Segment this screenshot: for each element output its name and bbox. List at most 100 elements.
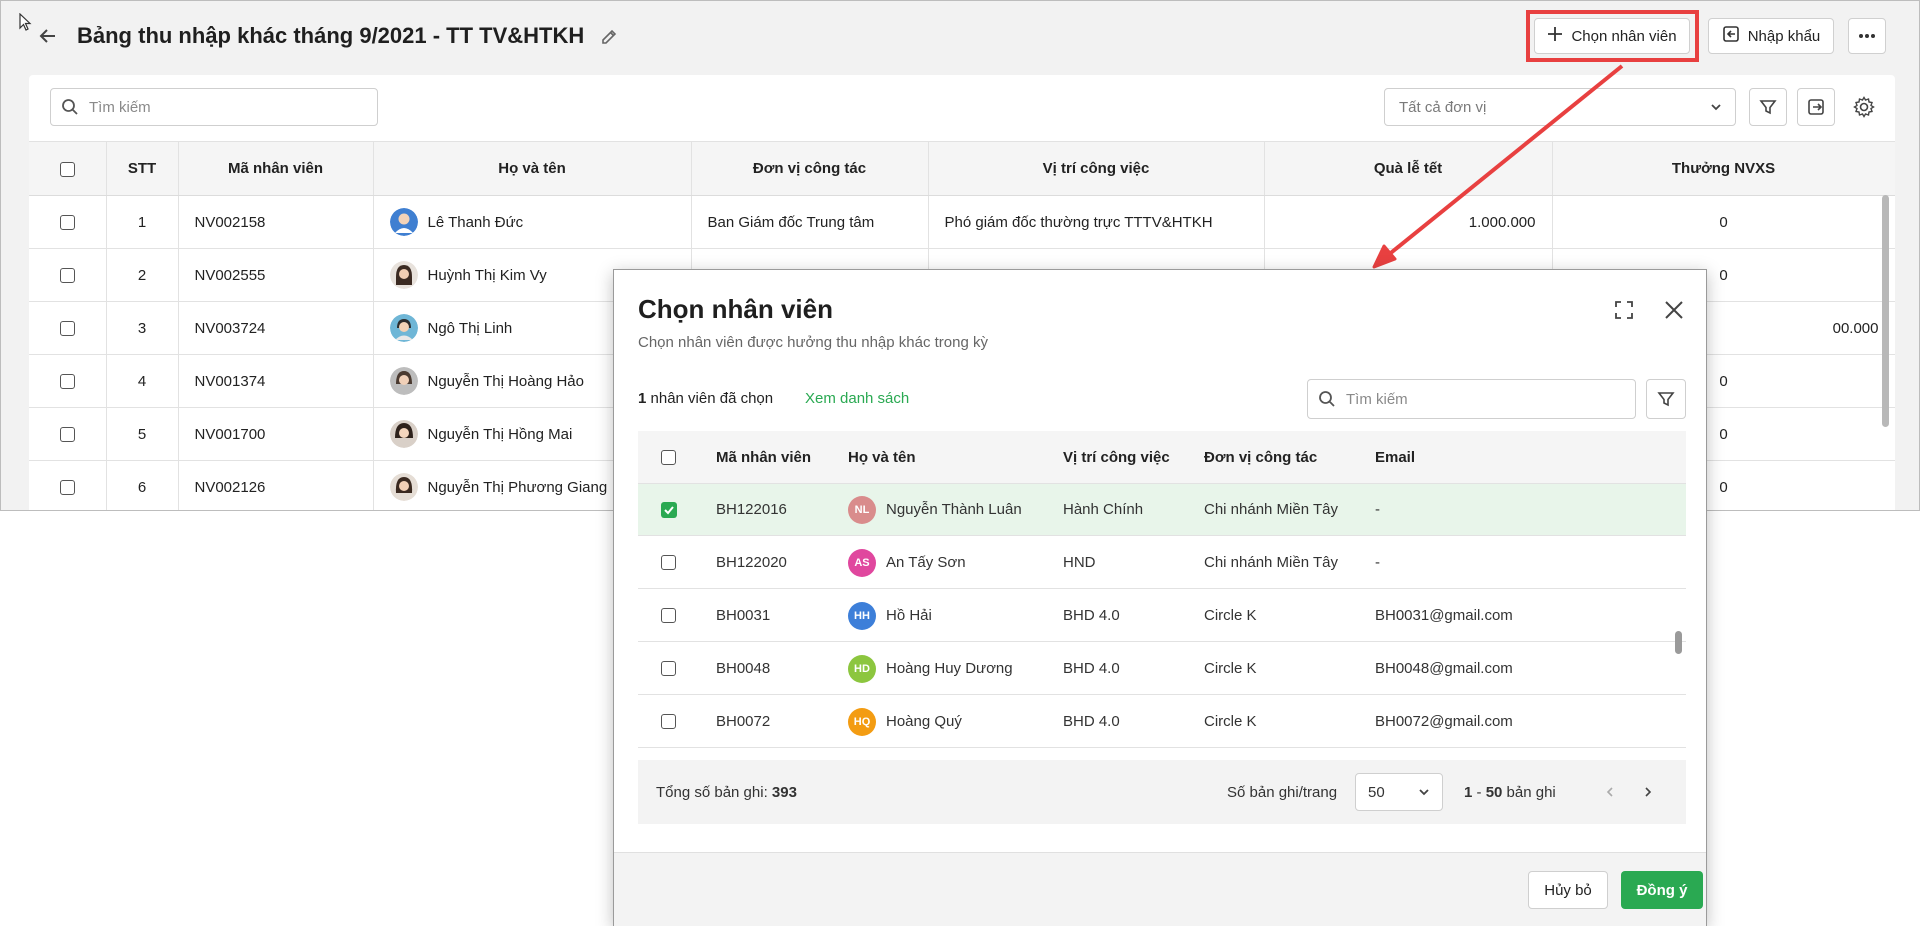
avatar: AS [848, 548, 876, 577]
row-checkbox[interactable] [29, 460, 107, 510]
row-code: NV001700 [178, 407, 374, 461]
search-icon [62, 99, 78, 115]
row-code: BH0072 [716, 713, 771, 730]
avatar [389, 473, 418, 501]
more-options-button[interactable] [1848, 18, 1886, 54]
row-name: Huỳnh Thị Kim Vy [427, 266, 547, 284]
table-header-row: STT Mã nhân viên Họ và tên Đơn vị công t… [29, 141, 1895, 196]
row-name: Nguyễn Thị Hồng Mai [427, 425, 573, 443]
row-code: BH122016 [716, 501, 787, 518]
table-row[interactable]: 1 NV002158 Lê Thanh Đức Ban Giám đốc Tru… [29, 195, 1895, 249]
row-checkbox[interactable] [661, 696, 676, 747]
unit-select-value: Tất cả đơn vị [1399, 98, 1487, 116]
search-placeholder: Tìm kiếm [89, 98, 151, 116]
column-header: Đơn vị công tác [1204, 448, 1318, 466]
grid-header-row: Mã nhân viên Họ và tên Vị trí công việc … [638, 431, 1686, 484]
import-button[interactable]: Nhập khẩu [1708, 18, 1834, 54]
dialog-search-placeholder: Tìm kiếm [1346, 390, 1408, 408]
column-header: Họ và tên [848, 448, 916, 466]
row-position: Phó giám đốc thường trực TTTV&HTKH [928, 195, 1265, 249]
avatar [389, 367, 418, 395]
grid-row[interactable]: BH0072 HQ Hoàng Quý BHD 4.0 Circle K BH0… [638, 696, 1686, 748]
row-checkbox-checked[interactable] [661, 484, 677, 535]
avatar [389, 314, 418, 342]
row-code: NV002158 [178, 195, 374, 249]
confirm-button[interactable]: Đồng ý [1621, 871, 1703, 909]
row-position: BHD 4.0 [1063, 607, 1120, 624]
cancel-button[interactable]: Hủy bỏ [1528, 871, 1608, 909]
row-checkbox[interactable] [29, 301, 107, 355]
avatar [389, 420, 418, 448]
row-checkbox[interactable] [661, 590, 676, 641]
select-all-checkbox[interactable] [29, 141, 107, 196]
close-icon[interactable] [1660, 296, 1688, 324]
row-stt: 3 [106, 301, 179, 355]
row-stt: 6 [106, 460, 179, 510]
row-bonus: 0 [1552, 195, 1895, 249]
row-position: BHD 4.0 [1063, 713, 1120, 730]
row-checkbox[interactable] [29, 248, 107, 302]
chevron-down-icon [1419, 789, 1429, 796]
row-code: BH122020 [716, 554, 787, 571]
row-name-cell: HH Hồ Hải [848, 590, 932, 641]
row-name: Lê Thanh Đức [427, 213, 524, 231]
export-icon [1808, 99, 1824, 115]
dialog-footer: Hủy bỏ Đồng ý [614, 852, 1706, 926]
selected-count-suffix: nhân viên đã chọn [646, 390, 774, 407]
prev-page-icon[interactable] [1600, 760, 1620, 824]
import-label: Nhập khẩu [1747, 27, 1821, 45]
grid-row[interactable]: BH0031 HH Hồ Hải BHD 4.0 Circle K BH0031… [638, 590, 1686, 642]
next-page-icon[interactable] [1638, 760, 1658, 824]
filter-icon [1657, 392, 1675, 407]
column-header: Họ và tên [373, 141, 692, 196]
row-code: BH0048 [716, 660, 771, 677]
total-records-label: Tổng số bản ghi: [656, 783, 768, 801]
unit-select[interactable]: Tất cả đơn vị [1384, 88, 1736, 126]
table-scrollbar[interactable] [1882, 195, 1889, 427]
expand-icon[interactable] [1610, 296, 1638, 324]
row-position: HND [1063, 554, 1096, 571]
row-checkbox[interactable] [29, 195, 107, 249]
column-header: Đơn vị công tác [691, 141, 929, 196]
search-input[interactable]: Tìm kiếm [50, 88, 378, 126]
column-header: Mã nhân viên [178, 141, 374, 196]
total-records: Tổng số bản ghi: 393 [656, 760, 797, 824]
select-all-checkbox[interactable] [661, 431, 676, 483]
page-size-select[interactable]: 50 [1355, 773, 1443, 811]
row-code: NV002126 [178, 460, 374, 510]
column-header: Thưởng NVXS [1552, 141, 1895, 196]
row-email: BH0048@gmail.com [1375, 660, 1513, 677]
row-checkbox[interactable] [661, 537, 676, 588]
filter-icon [1759, 100, 1777, 115]
page-title: Bảng thu nhập khác tháng 9/2021 - TT TV&… [77, 23, 585, 48]
row-checkbox[interactable] [661, 643, 676, 694]
range-end: 50 [1485, 783, 1503, 801]
grid-scrollbar[interactable] [1675, 631, 1682, 654]
row-email: BH0072@gmail.com [1375, 713, 1513, 730]
check-icon [664, 505, 674, 514]
row-name-cell: HQ Hoàng Quý [848, 696, 962, 747]
export-button[interactable] [1797, 88, 1835, 126]
row-name-cell: HD Hoàng Huy Dương [848, 643, 1013, 694]
row-name: Nguyễn Thị Phương Giang [427, 478, 608, 496]
column-header: STT [106, 141, 179, 196]
pencil-edit-icon[interactable] [597, 25, 621, 49]
row-checkbox[interactable] [29, 354, 107, 408]
back-arrow-icon[interactable] [35, 23, 61, 49]
search-icon [1319, 391, 1335, 407]
settings-button[interactable] [1845, 88, 1883, 126]
row-name-cell: AS An Tấy Sơn [848, 537, 966, 588]
grid-row[interactable]: BH0048 HD Hoàng Huy Dương BHD 4.0 Circle… [638, 643, 1686, 695]
filter-button[interactable] [1749, 88, 1787, 126]
grid-row[interactable]: BH122020 AS An Tấy Sơn HND Chi nhánh Miề… [638, 537, 1686, 589]
range-start: 1 [1464, 783, 1473, 801]
page-size-value: 50 [1368, 783, 1385, 801]
view-list-link[interactable]: Xem danh sách [805, 390, 909, 407]
row-email: - [1375, 501, 1380, 518]
annotation-highlight-box [1526, 10, 1699, 62]
dialog-search-input[interactable]: Tìm kiếm [1307, 379, 1636, 419]
grid-row[interactable]: BH122016 NL Nguyễn Thành Luân Hành Chính… [638, 484, 1686, 536]
chevron-down-icon [1711, 104, 1721, 111]
row-checkbox[interactable] [29, 407, 107, 461]
dialog-filter-button[interactable] [1646, 379, 1686, 419]
